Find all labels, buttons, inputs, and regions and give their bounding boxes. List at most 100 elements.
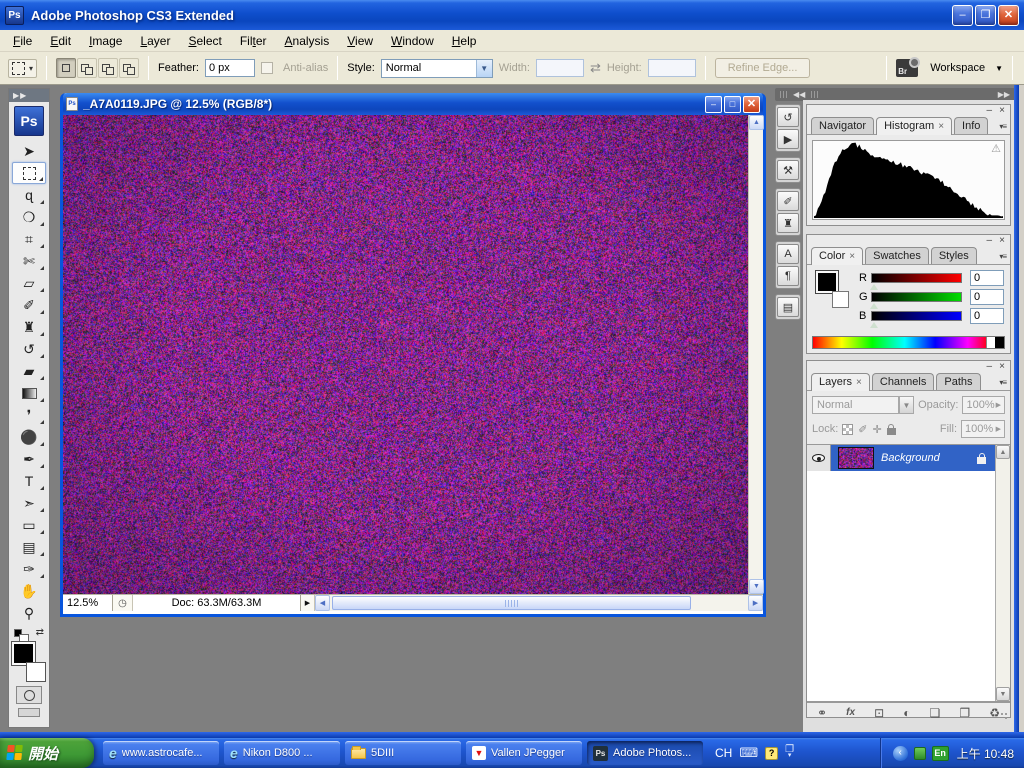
menu-analysis[interactable]: Analysis <box>276 31 339 51</box>
panel-menu-icon[interactable]: ▾≡ <box>999 378 1006 387</box>
restore-button[interactable]: ❐ <box>975 5 996 26</box>
cached-data-warning-icon[interactable]: ⚠ <box>991 142 1001 155</box>
tab-navigator[interactable]: Navigator <box>811 117 874 134</box>
horizontal-scrollbar[interactable]: ◀ ▶ <box>315 595 763 611</box>
crop-tool[interactable]: ⌗ <box>12 228 46 250</box>
tab-styles[interactable]: Styles <box>931 247 977 264</box>
doc-minimize-button[interactable]: – <box>705 96 722 113</box>
tab-channels[interactable]: Channels <box>872 373 934 390</box>
taskbar-button-www-astrocafe[interactable]: ewww.astrocafe... <box>103 741 219 765</box>
new-group-button[interactable]: ❏ <box>930 707 941 719</box>
tray-app-icon[interactable] <box>914 747 926 760</box>
hide-icons-button[interactable]: ‹ <box>893 746 908 761</box>
minimize-button[interactable]: – <box>952 5 973 26</box>
clone-stamp-tool[interactable]: ♜ <box>12 316 46 338</box>
lock-paint-icon[interactable]: ✐ <box>858 423 867 436</box>
dock-grip[interactable] <box>811 91 818 98</box>
add-to-selection-button[interactable] <box>77 58 97 78</box>
close-tab-icon[interactable]: × <box>849 251 855 262</box>
scroll-up-button[interactable]: ▲ <box>996 445 1010 459</box>
menu-help[interactable]: Help <box>443 31 486 51</box>
rectangle-shape-tool[interactable]: ▭ <box>12 514 46 536</box>
healing-brush-tool[interactable]: ▱ <box>12 272 46 294</box>
panel-menu-icon[interactable]: ▾≡ <box>999 122 1006 131</box>
chevron-down-icon[interactable]: ▼ <box>899 396 914 414</box>
close-tab-icon[interactable]: × <box>856 377 862 388</box>
layer-style-button[interactable]: fx <box>846 708 855 718</box>
adjustment-layer-button[interactable]: ◐ <box>903 707 910 719</box>
history-brush-tool[interactable]: ↺ <box>12 338 46 360</box>
status-menu-arrow[interactable]: ▶ <box>301 595 315 611</box>
menu-image[interactable]: Image <box>80 31 131 51</box>
link-layers-button[interactable]: ⚭ <box>817 707 827 719</box>
foreground-color-chip[interactable] <box>816 271 838 293</box>
tab-histogram[interactable]: Histogram× <box>876 117 952 135</box>
actions-panel-icon[interactable]: ▶ <box>777 129 799 149</box>
new-layer-button[interactable]: ❐ <box>959 707 970 719</box>
type-tool[interactable]: T <box>12 470 46 492</box>
add-layer-mask-button[interactable]: ⊡ <box>874 707 884 719</box>
bridge-icon[interactable]: Br <box>896 59 918 77</box>
language-bar-restore-icon[interactable]: ❐▾ <box>785 747 794 759</box>
eyedropper-tool[interactable]: ✑ <box>12 558 46 580</box>
taskbar-button-adobe-photos[interactable]: PsAdobe Photos... <box>587 741 703 765</box>
opacity-field[interactable]: 100%▶ <box>962 396 1005 414</box>
document-titlebar[interactable]: Ps _A7A0119.JPG @ 12.5% (RGB/8*) – □ ✕ <box>63 93 763 115</box>
tool-preset-picker[interactable]: ▾ <box>8 59 37 78</box>
subtract-from-selection-button[interactable] <box>98 58 118 78</box>
swap-dimensions-icon[interactable]: ⇄ <box>590 60 601 76</box>
close-button[interactable]: ✕ <box>998 5 1019 26</box>
slice-tool[interactable]: ✄ <box>12 250 46 272</box>
layer-comps-panel-icon[interactable]: ▤ <box>777 297 799 317</box>
background-color-chip[interactable] <box>26 662 46 682</box>
scroll-track[interactable] <box>330 595 748 611</box>
visibility-cell[interactable] <box>807 445 831 471</box>
dock-collapse-icon[interactable]: ▶▶ <box>998 90 1010 99</box>
quick-selection-tool[interactable]: ❍ <box>12 206 46 228</box>
style-select[interactable]: Normal ▼ <box>381 59 493 78</box>
panel-minimize-icon[interactable]: – <box>986 106 992 115</box>
workspace-label[interactable]: Workspace <box>930 62 985 74</box>
eye-icon[interactable] <box>812 454 825 462</box>
language-help-icon[interactable]: ? <box>765 747 778 760</box>
doc-maximize-button[interactable]: □ <box>724 96 741 113</box>
history-panel-icon[interactable]: ↺ <box>777 107 799 127</box>
character-panel-icon[interactable]: A <box>777 244 799 264</box>
default-colors-icon[interactable] <box>14 629 22 637</box>
blend-mode-select[interactable]: Normal <box>812 396 899 414</box>
channel-slider[interactable] <box>871 273 962 283</box>
brush-tool[interactable]: ✐ <box>12 294 46 316</box>
black-swatch[interactable] <box>995 337 1004 348</box>
dock-expand-icon[interactable]: ◀◀ <box>793 90 805 99</box>
menu-file[interactable]: File <box>4 31 41 51</box>
keyboard-icon[interactable]: ⌨ <box>739 745 758 761</box>
menu-view[interactable]: View <box>338 31 382 51</box>
hand-tool[interactable]: ✋ <box>12 580 46 602</box>
scroll-down-button[interactable]: ▼ <box>749 579 764 594</box>
panel-menu-icon[interactable]: ▾≡ <box>999 252 1006 261</box>
lasso-tool[interactable]: ɋ <box>12 184 46 206</box>
tab-info[interactable]: Info <box>954 117 988 134</box>
color-spectrum-ramp[interactable] <box>812 336 1005 349</box>
document-canvas[interactable] <box>63 115 748 594</box>
menu-edit[interactable]: Edit <box>41 31 80 51</box>
menu-filter[interactable]: Filter <box>231 31 276 51</box>
scroll-right-button[interactable]: ▶ <box>748 595 763 611</box>
tool-presets-panel-icon[interactable]: ⚒ <box>777 160 799 180</box>
intersect-selection-button[interactable] <box>119 58 139 78</box>
panel-close-icon[interactable]: × <box>999 236 1005 245</box>
tab-layers[interactable]: Layers× <box>811 373 870 391</box>
fill-field[interactable]: 100%▶ <box>961 420 1005 438</box>
lock-all-icon[interactable] <box>887 428 896 435</box>
notes-tool[interactable]: ▤ <box>12 536 46 558</box>
scroll-down-button[interactable]: ▼ <box>996 687 1010 701</box>
panel-close-icon[interactable]: × <box>999 362 1005 371</box>
panel-minimize-icon[interactable]: – <box>986 236 992 245</box>
width-input[interactable] <box>536 59 584 77</box>
pen-tool[interactable]: ✒ <box>12 448 46 470</box>
panel-minimize-icon[interactable]: – <box>986 362 992 371</box>
layer-row-background[interactable]: Background <box>807 445 995 471</box>
layer-name[interactable]: Background <box>881 452 977 464</box>
zoom-tool[interactable]: ⚲ <box>12 602 46 624</box>
background-color-chip[interactable] <box>832 291 849 308</box>
